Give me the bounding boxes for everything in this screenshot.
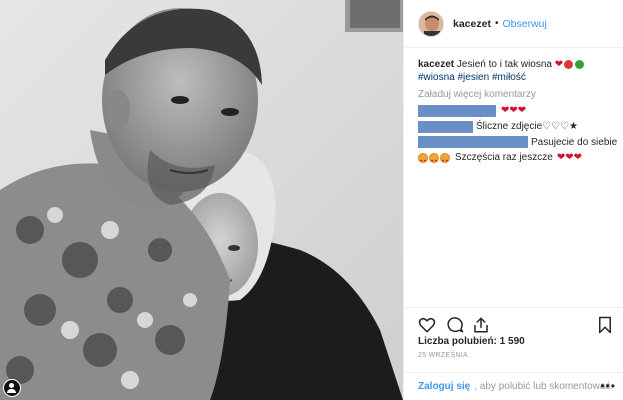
clover-icon	[575, 59, 585, 69]
post-header: kacezet • Obserwuj	[404, 0, 623, 48]
comment-item: Pasujecie do siebie	[418, 136, 618, 149]
post-side-panel: kacezet • Obserwuj kacezet Jesień to i t…	[403, 0, 623, 400]
load-more-comments-button[interactable]: Załaduj więcej komentarzy	[418, 88, 618, 101]
hashtag-link[interactable]: #wiosna	[418, 72, 455, 83]
post-date[interactable]: 25 WRZEŚNIA	[418, 352, 468, 359]
comment-item: Szczęścia raz jeszcze ❤❤❤	[418, 151, 618, 167]
caption-text: Jesień to i tak wiosna	[456, 59, 552, 70]
comment-text: Szczęścia raz jeszcze	[455, 152, 553, 163]
post-photo[interactable]	[0, 0, 403, 400]
rose-icon	[564, 59, 574, 69]
login-text: , aby polubić lub skomentować.	[474, 381, 614, 392]
actions-bar	[404, 307, 623, 337]
comment-bubble-icon[interactable]	[446, 316, 464, 334]
hashtag-link[interactable]: #miłość	[492, 72, 526, 83]
redacted-username	[418, 136, 528, 148]
photo-image	[0, 0, 403, 400]
caption-username[interactable]: kacezet	[418, 59, 454, 70]
heart-eyes-face-icon	[418, 152, 428, 167]
avatar-image	[419, 11, 443, 36]
header-username[interactable]: kacezet	[453, 18, 491, 30]
login-bar: Zaloguj się , aby polubić lub skomentowa…	[404, 372, 623, 400]
bookmark-icon[interactable]	[596, 316, 614, 334]
share-icon[interactable]	[472, 316, 490, 334]
redacted-username	[418, 120, 473, 133]
comment-text: Śliczne zdjęcie♡♡♡★	[476, 121, 579, 132]
login-link[interactable]: Zaloguj się	[418, 381, 470, 392]
comment-text: Pasujecie do siebie	[531, 137, 618, 148]
heart-outline-icon[interactable]	[418, 316, 436, 334]
follow-button[interactable]: Obserwuj	[502, 18, 546, 30]
red-heart-icon: ❤❤❤	[556, 152, 582, 163]
red-heart-icon: ❤	[554, 59, 564, 70]
likes-count[interactable]: Liczba polubień: 1 590	[418, 336, 525, 347]
comment-item: ❤❤❤	[418, 104, 618, 117]
caption: kacezet Jesień to i tak wiosna ❤ #wiosna…	[418, 58, 618, 84]
avatar[interactable]	[418, 10, 444, 37]
red-heart-icon: ❤❤❤	[501, 105, 527, 116]
heart-eyes-face-icon	[429, 152, 439, 167]
user-tag-icon[interactable]	[3, 379, 21, 397]
hashtag-link[interactable]: #jesien	[457, 72, 489, 83]
more-options-icon[interactable]: •••	[600, 379, 616, 393]
redacted-username	[418, 104, 496, 117]
comments-list: kacezet Jesień to i tak wiosna ❤ #wiosna…	[418, 58, 618, 167]
comment-item: Śliczne zdjęcie♡♡♡★	[418, 120, 618, 133]
header-separator: •	[494, 18, 499, 29]
heart-eyes-face-icon	[440, 152, 450, 167]
